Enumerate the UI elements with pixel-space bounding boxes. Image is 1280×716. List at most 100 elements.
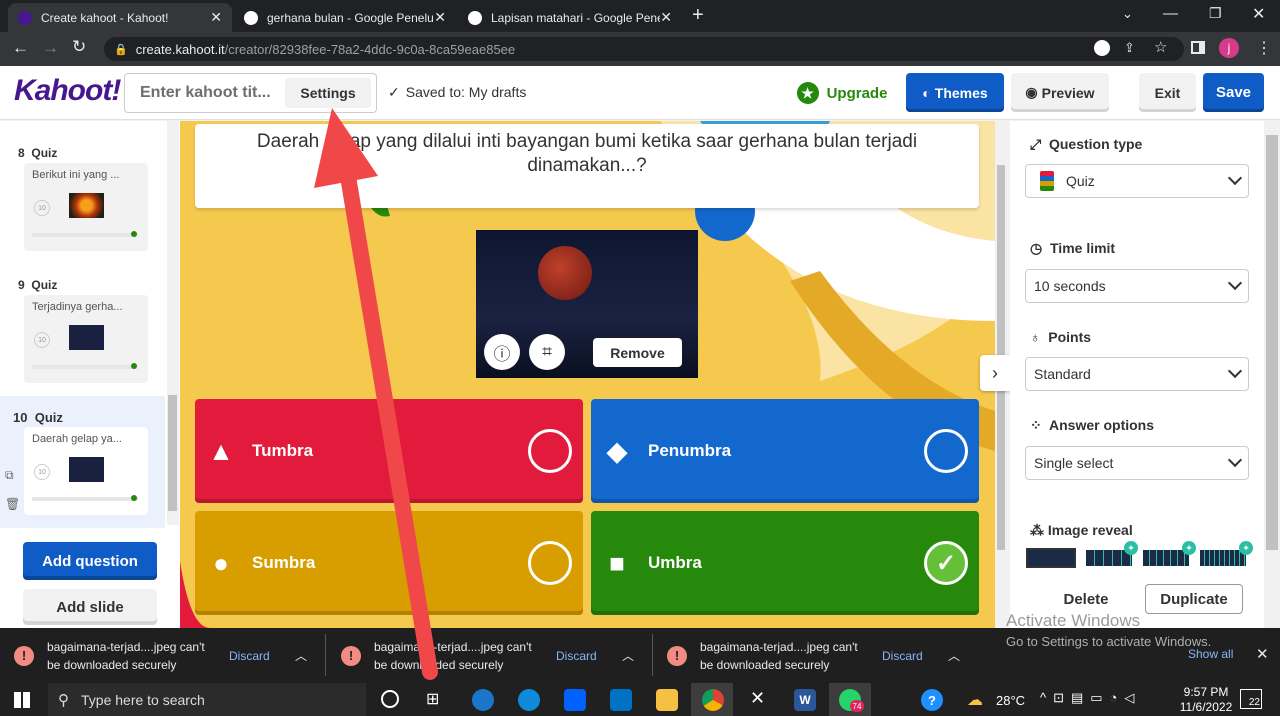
correct-toggle[interactable] [528,541,572,585]
kahoot-title-input[interactable]: Enter kahoot tit... Settings [124,73,377,113]
share-icon[interactable]: ⇪ [1124,40,1135,56]
image-reveal-option-none[interactable] [1026,548,1076,568]
close-tab-icon[interactable]: ✕ [434,9,446,26]
answer-text[interactable]: Penumbra [648,441,731,461]
answer-2[interactable]: ◆ Penumbra [591,399,979,503]
slide-thumbnail-selected[interactable]: Daerah gelap ya... 10 [24,427,148,515]
duplicate-question-button[interactable]: Duplicate [1145,584,1243,614]
add-question-button[interactable]: Add question [23,542,157,580]
panel-scroll-thumb[interactable] [1266,135,1278,550]
system-tray-icons[interactable]: ^⊡▤▭◔◁ [1040,690,1141,706]
settings-button[interactable]: Settings [285,78,371,108]
collapse-panel-chevron-icon[interactable]: › [980,355,1010,391]
close-tab-icon[interactable]: ✕ [660,9,672,26]
dropbox-icon[interactable] [564,689,586,711]
minimize-icon[interactable]: — [1163,5,1178,22]
slide-thumbnail[interactable]: Terjadinya gerha... 10 [24,295,148,383]
download-item[interactable]: ! bagaimana-terjad....jpeg can't be downl… [14,628,307,683]
answer-3[interactable]: ● Sumbra [195,511,583,615]
slide-thumbnail[interactable]: Berikut ini yang ... 10 [24,163,148,251]
correct-toggle[interactable] [528,429,572,473]
close-window-icon[interactable]: ✕ [1252,4,1265,24]
tab-search-icon[interactable]: ⌄ [1122,6,1133,22]
time-limit-select[interactable]: 10 seconds [1025,269,1249,303]
download-item[interactable]: ! bagaimana-terjad....jpeg can't be downl… [667,628,960,683]
clock[interactable]: 9:57 PM 11/6/2022 [1176,685,1236,715]
answer-4[interactable]: ■ Umbra ✓ [591,511,979,615]
chrome-menu-icon[interactable]: ⋮ [1256,38,1272,58]
task-view-icon[interactable]: ⊞ [426,689,439,709]
question-text-input[interactable]: Daerah gelap yang dilalui inti bayangan … [195,124,979,208]
chevron-up-icon[interactable]: ︿ [948,647,960,664]
delete-slide-icon[interactable]: 🗑 [5,497,20,511]
correct-dot [131,363,137,369]
close-downloads-icon[interactable]: ✕ [1256,645,1269,663]
duplicate-slide-icon[interactable]: ⧉ [5,468,14,483]
notification-center-icon[interactable]: 22 [1240,689,1262,709]
forward-icon[interactable]: → [42,38,59,58]
question-type-select[interactable]: Quiz [1025,164,1249,198]
slide-image [69,193,104,218]
mail-icon[interactable] [610,689,632,711]
address-bar[interactable]: 🔒 create.kahoot.it/creator/82938fee-78a2… [104,37,1184,61]
sidebar-scroll-thumb[interactable] [168,395,177,511]
help-icon[interactable]: ? [921,689,943,711]
word-icon[interactable]: W [794,689,816,711]
edge-icon[interactable] [518,689,540,711]
answer-text[interactable]: Sumbra [252,553,315,573]
temperature[interactable]: 28°C [996,693,1025,708]
url-path: /creator/82938fee-78a2-4ddc-9c0a-8ca59ea… [224,41,516,57]
back-icon[interactable]: ← [12,38,29,58]
preview-button[interactable]: ◉ Preview [1011,73,1109,112]
eye-icon: ◉ [1025,84,1038,100]
browser-tab-gerhana[interactable]: gerhana bulan - Google Penelusu ✕ [234,3,456,32]
answer-options-select[interactable]: Single select [1025,446,1249,480]
kahoot-logo[interactable]: Kahoot! [14,74,121,108]
windows-start-icon[interactable] [14,692,30,708]
reload-icon[interactable]: ↻ [72,37,86,57]
remove-image-button[interactable]: Remove [593,338,682,367]
save-button[interactable]: Save [1203,73,1264,112]
chevron-up-icon[interactable]: ︿ [622,647,634,664]
show-all-downloads-link[interactable]: Show all [1188,647,1233,661]
medal-icon: ♁ [1030,329,1041,345]
discard-button[interactable]: Discard [556,649,616,663]
correct-toggle[interactable] [924,429,968,473]
google-lens-icon[interactable] [1094,40,1110,56]
lunar-eclipse-moon [538,246,592,300]
saved-status-text: Saved to: My drafts [405,84,527,100]
exit-button[interactable]: Exit [1139,73,1196,112]
browser-tab-kahoot[interactable]: Create kahoot - Kahoot! ✕ [8,3,232,32]
cleaner-app-icon[interactable] [472,689,494,711]
taskbar-search[interactable]: ⚲ Type here to search [48,683,366,716]
new-tab-icon[interactable]: + [692,4,704,27]
answer-text[interactable]: Umbra [648,553,702,573]
profile-avatar[interactable]: j [1219,38,1239,58]
slide-preview-text: Berikut ini yang ... [32,169,120,181]
cortana-icon[interactable] [381,690,399,708]
delete-question-button[interactable]: Delete [1045,584,1127,614]
image-info-icon[interactable]: ⓘ [484,334,520,370]
upgrade-button[interactable]: ★ Upgrade [793,74,891,112]
themes-button[interactable]: ◐ Themes [906,73,1004,112]
close-tab-icon[interactable]: ✕ [210,9,222,26]
bookmark-star-icon[interactable]: ☆ [1154,38,1167,56]
discard-button[interactable]: Discard [229,649,289,663]
restore-icon[interactable]: ❐ [1209,5,1222,22]
add-slide-button[interactable]: Add slide [23,589,157,625]
capcut-icon[interactable]: ✕ [750,688,765,709]
discard-button[interactable]: Discard [882,649,942,663]
browser-tab-lapisan[interactable]: Lapisan matahari - Google Penel ✕ [458,3,682,32]
answer-text[interactable]: Tumbra [252,441,313,461]
answer-1[interactable]: ▲ Tumbra [195,399,583,503]
file-explorer-icon[interactable] [656,689,678,711]
side-panel-icon[interactable] [1191,41,1205,54]
chevron-up-icon[interactable]: ︿ [295,647,307,664]
download-item[interactable]: ! bagaimana-terjad....jpeg can't be downl… [341,628,634,683]
themes-label: Themes [934,84,988,101]
crop-icon[interactable]: ⌗ [529,334,565,370]
error-icon: ! [667,645,687,666]
points-select[interactable]: Standard [1025,357,1249,391]
correct-checkmark-icon[interactable]: ✓ [924,541,968,585]
chrome-icon[interactable] [702,689,724,711]
